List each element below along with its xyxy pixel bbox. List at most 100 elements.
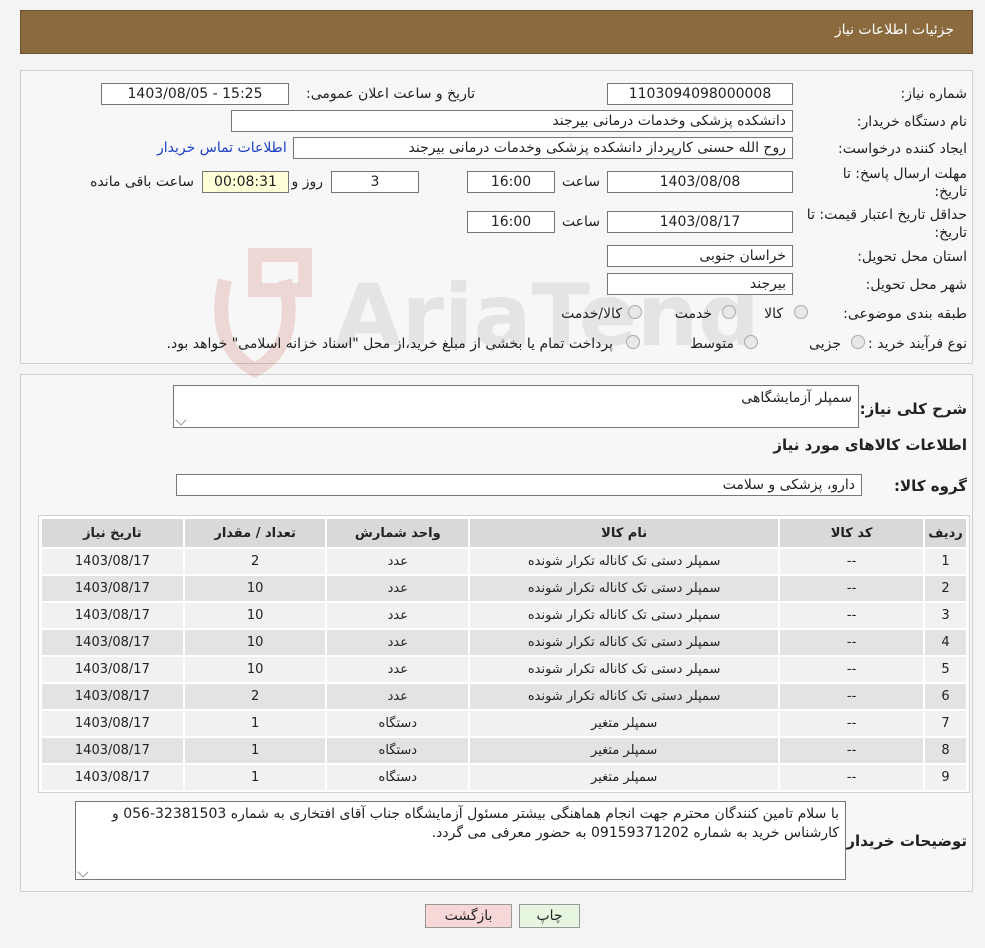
remaining-time-field: 00:08:31: [202, 171, 289, 193]
category-option-goods-service: کالا/خدمت: [561, 306, 622, 322]
cell-quantity: 2: [182, 682, 328, 711]
cell-item-name: سمپلر دستی تک کاناله تکرار شونده: [468, 601, 781, 630]
cell-quantity: 2: [182, 547, 328, 576]
cell-unit: عدد: [325, 628, 471, 657]
cell-quantity: 10: [182, 655, 328, 684]
reply-deadline-date: 1403/08/08: [607, 171, 793, 193]
cell-item-name: سمپلر دستی تک کاناله تکرار شونده: [468, 574, 781, 603]
col-header-unit: واحد شمارش: [325, 517, 471, 549]
back-button[interactable]: بازگشت: [425, 904, 512, 928]
reply-deadline-time: 16:00: [467, 171, 555, 193]
table-row: 3 -- سمپلر دستی تک کاناله تکرار شونده عدد 10…: [40, 601, 968, 630]
table-row: 4 -- سمپلر دستی تک کاناله تکرار شونده عدد 10…: [40, 628, 968, 657]
announce-datetime-field: 1403/08/05 - 15:25: [101, 83, 289, 105]
purchase-option-minor: جزیی: [809, 336, 841, 352]
cell-unit: دستگاه: [325, 709, 471, 738]
cell-row-number: 7: [923, 709, 968, 738]
cell-item-code: --: [778, 601, 926, 630]
cell-row-number: 3: [923, 601, 968, 630]
cell-quantity: 10: [182, 574, 328, 603]
category-radio-service[interactable]: [722, 305, 736, 319]
cell-row-number: 8: [923, 736, 968, 765]
buyer-notes-label: توضیحات خریدار:: [840, 832, 967, 850]
cell-item-code: --: [778, 655, 926, 684]
cell-row-number: 2: [923, 574, 968, 603]
table-row: 1 -- سمپلر دستی تک کاناله تکرار شونده عدد 2 1…: [40, 547, 968, 576]
items-table: ردیف کد کالا نام کالا واحد شمارش تعداد /…: [40, 517, 968, 792]
cell-row-number: 9: [923, 763, 968, 792]
purchase-type-label: نوع فرآیند خرید :: [868, 336, 967, 352]
cell-unit: عدد: [325, 601, 471, 630]
purchase-radio-treasury[interactable]: [626, 335, 640, 349]
need-number-label: شماره نیاز:: [900, 86, 968, 102]
buyer-notes-field[interactable]: با سلام تامین کنندگان محترم جهت انجام هم…: [75, 801, 846, 880]
cell-need-date: 1403/08/17: [40, 601, 185, 630]
buyer-contact-link[interactable]: اطلاعات تماس خریدار: [157, 140, 287, 156]
cell-need-date: 1403/08/17: [40, 547, 185, 576]
creator-label: ایجاد کننده درخواست:: [838, 141, 967, 157]
cell-unit: عدد: [325, 682, 471, 711]
description-label: شرح کلی نیاز:: [859, 400, 967, 418]
cell-row-number: 6: [923, 682, 968, 711]
cell-item-code: --: [778, 736, 926, 765]
buyer-org-field: دانشکده پزشکی وخدمات درمانی بیرجند: [231, 110, 793, 132]
purchase-radio-minor[interactable]: [851, 335, 865, 349]
cell-item-code: --: [778, 547, 926, 576]
cell-need-date: 1403/08/17: [40, 655, 185, 684]
cell-unit: عدد: [325, 547, 471, 576]
category-option-service: خدمت: [674, 306, 712, 322]
price-validity-label-2: تاریخ:: [934, 225, 967, 241]
cell-unit: دستگاه: [325, 763, 471, 792]
province-field: خراسان جنوبی: [607, 245, 793, 267]
goods-group-field: دارو، پزشکی و سلامت: [176, 474, 862, 496]
days-label: روز و: [291, 174, 324, 190]
purchase-radio-medium[interactable]: [744, 335, 758, 349]
cell-item-name: سمپلر دستی تک کاناله تکرار شونده: [468, 628, 781, 657]
cell-need-date: 1403/08/17: [40, 628, 185, 657]
page-header: جزئیات اطلاعات نیاز: [20, 10, 973, 54]
cell-item-name: سمپلر متغیر: [468, 736, 781, 765]
cell-quantity: 1: [182, 709, 328, 738]
price-validity-date: 1403/08/17: [607, 211, 793, 233]
col-header-code: کد کالا: [778, 517, 926, 549]
cell-item-name: سمپلر متغیر: [468, 709, 781, 738]
category-radio-goods-service[interactable]: [628, 305, 642, 319]
price-validity-label: حداقل تاریخ اعتبار قیمت: تا: [806, 207, 967, 223]
cell-unit: عدد: [325, 655, 471, 684]
print-button[interactable]: چاپ: [519, 904, 580, 928]
need-number-field: 1103094098000008: [607, 83, 793, 105]
remaining-label: ساعت باقی مانده: [90, 174, 194, 190]
table-row: 6 -- سمپلر دستی تک کاناله تکرار شونده عدد 2 1…: [40, 682, 968, 711]
items-table-body: 1 -- سمپلر دستی تک کاناله تکرار شونده عدد 2 1…: [40, 547, 968, 792]
cell-quantity: 1: [182, 736, 328, 765]
purchase-option-medium: متوسط: [690, 336, 734, 352]
table-row: 5 -- سمپلر دستی تک کاناله تکرار شونده عدد 10…: [40, 655, 968, 684]
table-row: 9 -- سمپلر متغیر دستگاه 1 1403/08/17: [40, 763, 968, 792]
cell-need-date: 1403/08/17: [40, 709, 185, 738]
cell-quantity: 10: [182, 628, 328, 657]
cell-quantity: 1: [182, 763, 328, 792]
cell-item-name: سمپلر دستی تک کاناله تکرار شونده: [468, 682, 781, 711]
description-text: سمپلر آزمایشگاهی: [741, 390, 852, 406]
col-header-date: تاریخ نیاز: [40, 517, 185, 549]
cell-item-code: --: [778, 682, 926, 711]
city-field: بیرجند: [607, 273, 793, 295]
goods-group-label: گروه کالا:: [894, 477, 967, 495]
cell-row-number: 1: [923, 547, 968, 576]
city-label: شهر محل تحویل:: [865, 277, 967, 293]
reply-time-label: ساعت: [561, 174, 600, 190]
cell-need-date: 1403/08/17: [40, 736, 185, 765]
reply-days-field: 3: [331, 171, 419, 193]
category-option-goods: کالا: [764, 306, 783, 322]
buyer-notes-text: با سلام تامین کنندگان محترم جهت انجام هم…: [112, 806, 839, 841]
table-row: 8 -- سمپلر متغیر دستگاه 1 1403/08/17: [40, 736, 968, 765]
col-header-qty: تعداد / مقدار: [182, 517, 328, 549]
description-field[interactable]: سمپلر آزمایشگاهی: [173, 385, 859, 428]
table-header-row: ردیف کد کالا نام کالا واحد شمارش تعداد /…: [40, 517, 968, 549]
reply-deadline-label-2: تاریخ:: [934, 184, 967, 200]
cell-unit: عدد: [325, 574, 471, 603]
category-radio-goods[interactable]: [794, 305, 808, 319]
creator-field: روح الله حسنی کارپرداز دانشکده پزشکی وخد…: [293, 137, 793, 159]
table-row: 2 -- سمپلر دستی تک کاناله تکرار شونده عدد 10…: [40, 574, 968, 603]
cell-unit: دستگاه: [325, 736, 471, 765]
